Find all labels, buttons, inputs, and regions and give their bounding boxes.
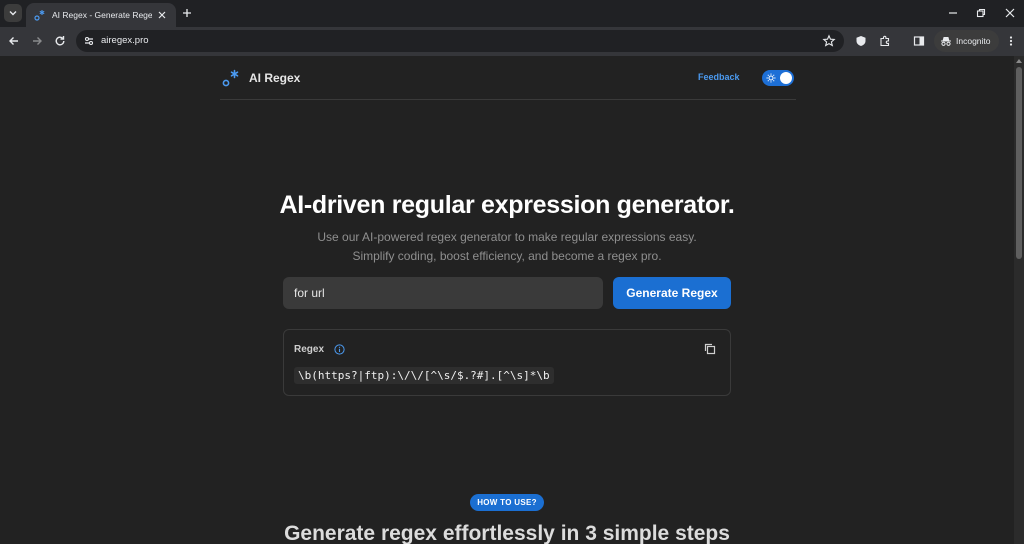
incognito-label: Incognito xyxy=(956,36,991,46)
back-button[interactable] xyxy=(7,34,21,48)
extensions-button[interactable] xyxy=(878,34,892,48)
scrollbar-thumb[interactable] xyxy=(1016,67,1022,259)
url-text: airegex.pro xyxy=(101,35,149,46)
toggle-knob xyxy=(780,72,792,84)
restore-button[interactable] xyxy=(974,6,988,20)
feedback-link[interactable]: Feedback xyxy=(698,72,740,82)
hero-subtitle-line-1: Use our AI-powered regex generator to ma… xyxy=(317,230,697,244)
tab-search-button[interactable] xyxy=(4,4,22,22)
forward-button[interactable] xyxy=(30,34,44,48)
puzzle-icon xyxy=(880,35,890,47)
incognito-indicator[interactable]: Incognito xyxy=(934,30,999,52)
side-panel-button[interactable] xyxy=(912,34,926,48)
scroll-up-arrow-icon[interactable] xyxy=(1016,59,1022,63)
star-icon[interactable] xyxy=(822,34,836,48)
steps-section-title: Generate regex effortlessly in 3 simple … xyxy=(284,522,730,544)
airegex-logo-icon[interactable] xyxy=(222,69,240,87)
browser-menu-button[interactable] xyxy=(1004,34,1018,48)
brand-name[interactable]: AI Regex xyxy=(249,71,300,85)
minimize-button[interactable] xyxy=(946,6,960,20)
hero-subtitle-line-2: Simplify coding, boost efficiency, and b… xyxy=(352,249,662,263)
copy-icon[interactable] xyxy=(704,343,716,355)
theme-toggle[interactable] xyxy=(762,70,794,86)
regex-prompt-input[interactable] xyxy=(283,277,603,309)
browser-tab[interactable]: AI Regex - Generate Regex Easily xyxy=(26,3,176,27)
close-icon xyxy=(1005,8,1015,18)
reload-button[interactable] xyxy=(53,34,67,48)
airegex-favicon-icon xyxy=(34,10,45,21)
close-window-button[interactable] xyxy=(1003,6,1017,20)
tab-close-button[interactable] xyxy=(156,9,168,21)
chevron-down-icon xyxy=(9,11,17,16)
how-to-use-badge: HOW TO USE? xyxy=(470,494,544,511)
site-header: AI Regex Feedback xyxy=(220,56,796,100)
shield-icon xyxy=(856,36,866,46)
arrow-left-icon xyxy=(9,37,18,45)
page-scrollbar[interactable] xyxy=(1014,56,1024,544)
regex-label: Regex xyxy=(294,344,325,355)
site-info-icon[interactable] xyxy=(83,35,95,47)
side-panel-icon xyxy=(913,36,925,46)
minimize-icon xyxy=(949,12,957,14)
reload-icon xyxy=(55,36,65,46)
browser-toolbar: airegex.pro Incognito xyxy=(0,27,1024,56)
close-icon xyxy=(158,11,166,19)
shield-extension-button[interactable] xyxy=(854,34,868,48)
address-bar[interactable]: airegex.pro xyxy=(76,30,844,52)
page-content: AI Regex Feedback AI-driven regular expr… xyxy=(0,56,1024,544)
restore-icon xyxy=(976,8,986,18)
arrow-right-icon xyxy=(33,37,42,45)
hero-title: AI-driven regular expression generator. xyxy=(279,191,735,219)
new-tab-button[interactable] xyxy=(180,6,194,20)
regex-result-card: Regex \b(https?|ftp):\/\/[^\s/$.?#].[^\s… xyxy=(283,329,731,396)
regex-output: \b(https?|ftp):\/\/[^\s/$.?#].[^\s]*\b xyxy=(294,367,554,384)
generate-regex-button[interactable]: Generate Regex xyxy=(613,277,731,309)
info-icon[interactable] xyxy=(334,344,345,355)
more-vertical-icon xyxy=(1009,36,1013,46)
tab-title: AI Regex - Generate Regex Easily xyxy=(52,10,152,20)
tab-strip: AI Regex - Generate Regex Easily xyxy=(0,0,1024,27)
incognito-icon xyxy=(941,37,951,46)
plus-icon xyxy=(183,9,191,17)
sun-icon xyxy=(766,73,776,83)
